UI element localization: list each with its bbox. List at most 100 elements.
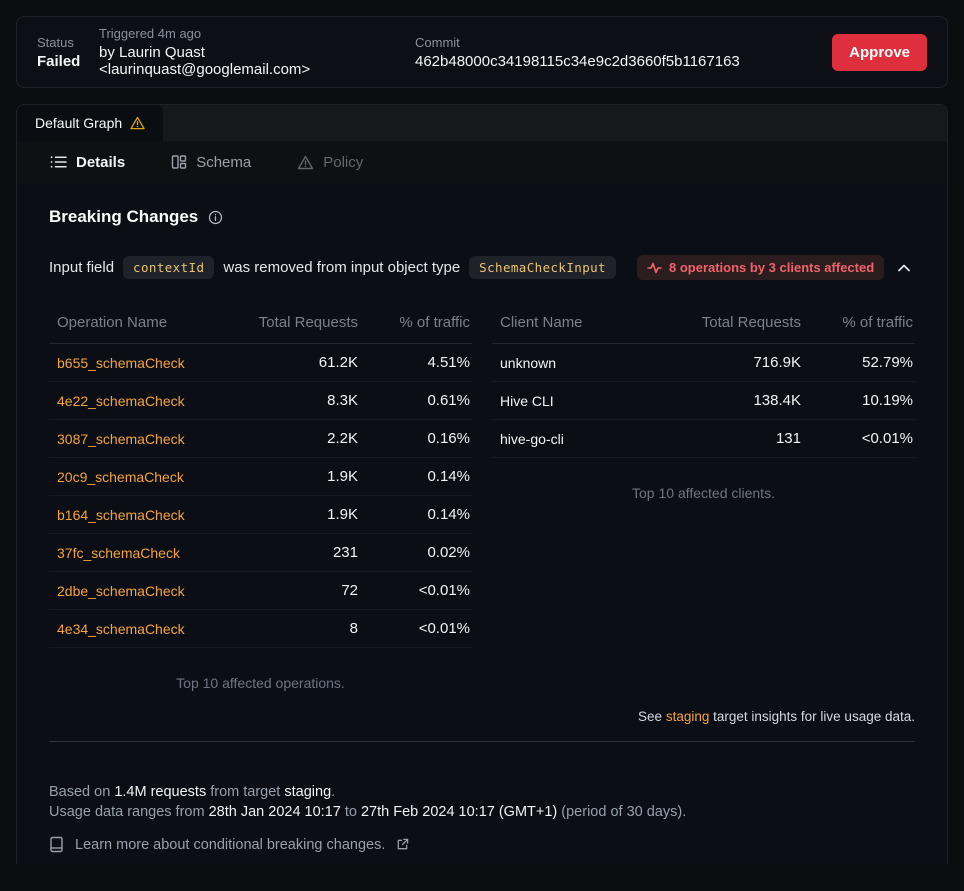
- table-row: 20c9_schemaCheck1.9K0.14%: [49, 458, 472, 496]
- usage-text: from target: [206, 784, 284, 800]
- staging-link[interactable]: staging: [666, 709, 710, 724]
- table-row: unknown716.9K52.79%: [492, 344, 915, 382]
- usage-footer: Based on 1.4M requests from target stagi…: [49, 782, 915, 822]
- breaking-changes-section: Breaking Changes Input field contextId w…: [17, 207, 947, 853]
- traffic-percentage-value: 4.51%: [360, 354, 472, 371]
- affected-operations-badge[interactable]: 8 operations by 3 clients affected: [637, 255, 884, 280]
- affected-badge-label: 8 operations by 3 clients affected: [669, 260, 874, 275]
- client-name: Hive CLI: [492, 393, 653, 409]
- tab-schema-label: Schema: [196, 154, 251, 171]
- operation-link[interactable]: 4e34_schemaCheck: [49, 621, 210, 637]
- check-header-card: Status Failed Triggered 4m ago by Laurin…: [16, 16, 948, 88]
- book-icon: [49, 836, 64, 853]
- operations-note: Top 10 affected operations.: [49, 675, 472, 691]
- traffic-percentage-value: 10.19%: [803, 392, 915, 409]
- section-tabs: Details Schema Policy: [17, 141, 947, 183]
- table-row: Hive CLI138.4K10.19%: [492, 382, 915, 420]
- tab-schema[interactable]: Schema: [171, 154, 251, 171]
- table-row: 4e22_schemaCheck8.3K0.61%: [49, 382, 472, 420]
- table-row: 4e34_schemaCheck8<0.01%: [49, 610, 472, 648]
- request-count: 1.4M requests: [114, 784, 206, 800]
- traffic-percentage-value: <0.01%: [360, 620, 472, 637]
- insights-hint: See staging target insights for live usa…: [492, 709, 915, 724]
- usage-text: Usage data ranges from: [49, 804, 209, 820]
- traffic-percentage-value: <0.01%: [360, 582, 472, 599]
- total-requests-value: 1.9K: [210, 506, 360, 523]
- field-code-chip: contextId: [123, 256, 214, 279]
- triggered-label: Triggered 4m ago: [99, 26, 415, 41]
- info-icon[interactable]: [208, 210, 223, 225]
- table-row: 2dbe_schemaCheck72<0.01%: [49, 572, 472, 610]
- operation-link[interactable]: 20c9_schemaCheck: [49, 469, 210, 485]
- traffic-percentage-value: <0.01%: [803, 430, 915, 447]
- schema-layout-icon: [171, 154, 187, 170]
- col-traffic: % of traffic: [360, 314, 472, 331]
- usage-text: Based on: [49, 784, 114, 800]
- change-text-middle: was removed from input object type: [223, 259, 460, 276]
- total-requests-value: 8.3K: [210, 392, 360, 409]
- col-total-requests: Total Requests: [210, 314, 360, 331]
- tab-policy[interactable]: Policy: [297, 154, 363, 171]
- total-requests-value: 2.2K: [210, 430, 360, 447]
- external-link-icon: [396, 838, 409, 851]
- status-label: Status: [37, 35, 99, 50]
- total-requests-value: 72: [210, 582, 360, 599]
- list-icon: [50, 154, 67, 170]
- approve-button[interactable]: Approve: [832, 34, 927, 71]
- total-requests-value: 1.9K: [210, 468, 360, 485]
- total-requests-value: 8: [210, 620, 360, 637]
- graph-tab-label: Default Graph: [35, 115, 122, 131]
- total-requests-value: 716.9K: [653, 354, 803, 371]
- usage-text: .: [331, 784, 335, 800]
- tab-details[interactable]: Details: [50, 154, 125, 171]
- status-group: Status Failed: [37, 35, 99, 70]
- col-traffic: % of traffic: [803, 314, 915, 331]
- commit-label: Commit: [415, 35, 832, 50]
- usage-summary-line: Based on 1.4M requests from target stagi…: [49, 782, 915, 802]
- chevron-up-icon[interactable]: [893, 259, 915, 277]
- footer-divider: [49, 741, 915, 742]
- usage-range-line: Usage data ranges from 28th Jan 2024 10:…: [49, 802, 915, 822]
- table-row: hive-go-cli131<0.01%: [492, 420, 915, 458]
- operation-link[interactable]: 2dbe_schemaCheck: [49, 583, 210, 599]
- insights-post: target insights for live usage data.: [709, 709, 915, 724]
- total-requests-value: 131: [653, 430, 803, 447]
- traffic-percentage-value: 0.14%: [360, 506, 472, 523]
- operations-table: Operation Name Total Requests % of traff…: [49, 306, 472, 691]
- table-row: 37fc_schemaCheck2310.02%: [49, 534, 472, 572]
- table-row: b164_schemaCheck1.9K0.14%: [49, 496, 472, 534]
- operation-link[interactable]: 3087_schemaCheck: [49, 431, 210, 447]
- pulse-icon: [647, 262, 662, 274]
- operation-link[interactable]: 37fc_schemaCheck: [49, 545, 210, 561]
- operation-link[interactable]: 4e22_schemaCheck: [49, 393, 210, 409]
- change-text-prefix: Input field: [49, 259, 114, 276]
- client-name: unknown: [492, 355, 653, 371]
- check-detail-card: Default Graph Details: [16, 104, 948, 864]
- triggered-by: by Laurin Quast <laurinquast@googlemail.…: [99, 44, 415, 78]
- col-operation-name: Operation Name: [49, 314, 210, 331]
- operation-link[interactable]: b164_schemaCheck: [49, 507, 210, 523]
- col-total-requests: Total Requests: [653, 314, 803, 331]
- usage-text: to: [341, 804, 361, 820]
- range-start: 28th Jan 2024 10:17: [209, 804, 341, 820]
- tab-details-label: Details: [76, 154, 125, 171]
- triggered-group: Triggered 4m ago by Laurin Quast <laurin…: [99, 26, 415, 78]
- total-requests-value: 138.4K: [653, 392, 803, 409]
- breaking-changes-title: Breaking Changes: [49, 207, 198, 227]
- traffic-percentage-value: 0.61%: [360, 392, 472, 409]
- client-name: hive-go-cli: [492, 431, 653, 447]
- range-end: 27th Feb 2024 10:17 (GMT+1): [361, 804, 557, 820]
- tab-default-graph[interactable]: Default Graph: [17, 105, 163, 141]
- traffic-percentage-value: 0.16%: [360, 430, 472, 447]
- operations-table-header: Operation Name Total Requests % of traff…: [49, 306, 472, 344]
- insights-pre: See: [638, 709, 666, 724]
- clients-note: Top 10 affected clients.: [492, 485, 915, 501]
- operation-link[interactable]: b655_schemaCheck: [49, 355, 210, 371]
- warning-icon: [130, 116, 145, 130]
- col-client-name: Client Name: [492, 314, 653, 331]
- status-value: Failed: [37, 53, 99, 70]
- graph-tab-strip: Default Graph: [17, 105, 947, 141]
- commit-value: 462b48000c34198115c34e9c2d3660f5b1167163: [415, 53, 832, 70]
- learn-more-link[interactable]: Learn more about conditional breaking ch…: [49, 836, 915, 853]
- total-requests-value: 231: [210, 544, 360, 561]
